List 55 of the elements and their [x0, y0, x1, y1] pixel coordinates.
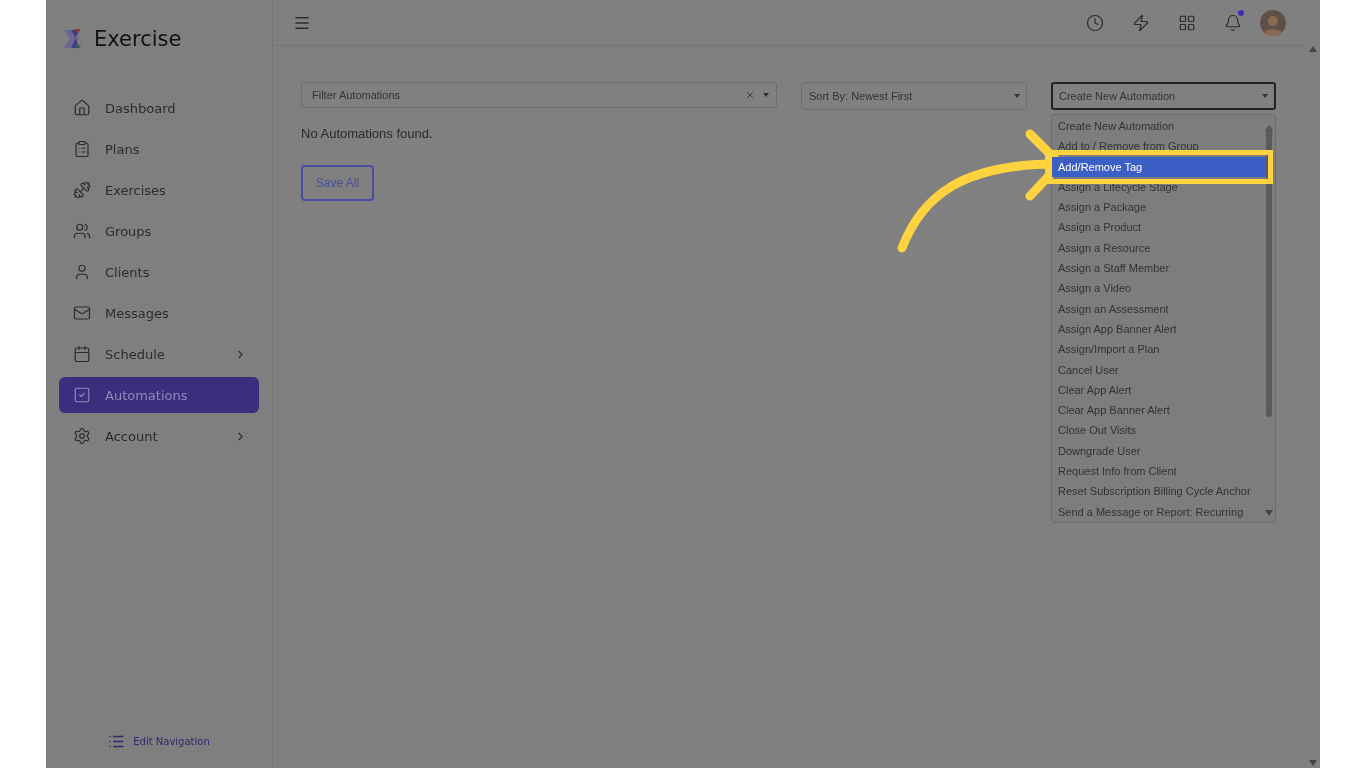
dropdown-option[interactable]: Assign an Assessment — [1052, 298, 1264, 319]
caret-icon — [1262, 94, 1268, 98]
users-icon — [73, 222, 91, 240]
dropdown-option[interactable]: Close Out Visits — [1052, 420, 1264, 441]
dropdown-option[interactable]: Create New Automation — [1052, 116, 1264, 137]
mail-icon — [73, 304, 91, 322]
create-automation-select[interactable]: Create New Automation — [1051, 82, 1276, 110]
nav-item[interactable]: Plans — [59, 131, 259, 167]
dropdown-option[interactable]: Clear App Alert — [1052, 379, 1264, 401]
clear-icon[interactable] — [745, 90, 755, 100]
clipboard-icon — [73, 140, 91, 158]
dropdown-option[interactable]: Reset Subscription Billing Cycle Anchor — [1052, 481, 1264, 502]
lightning-icon[interactable] — [1132, 13, 1150, 32]
dropdown-option[interactable]: Assign a Resource — [1052, 237, 1264, 259]
filter-field[interactable]: Filter Automations — [301, 82, 777, 108]
dropdown-option[interactable]: Cancel User — [1052, 359, 1264, 380]
grid-icon[interactable] — [1178, 13, 1196, 32]
dropdown-option[interactable]: Assign a Product — [1052, 217, 1264, 238]
avatar[interactable] — [1260, 9, 1286, 36]
dropdown-option[interactable]: Assign a Staff Member — [1052, 258, 1264, 279]
user-icon — [73, 263, 91, 281]
edit-navigation-link[interactable]: Edit Navigation — [133, 736, 210, 747]
nav-item[interactable]: Schedule — [59, 336, 259, 372]
nav-item[interactable]: Exercises — [59, 172, 259, 208]
caret-icon — [763, 93, 769, 97]
dropdown-option[interactable]: Request Info from Client — [1052, 461, 1264, 482]
clock-icon[interactable] — [1086, 13, 1104, 32]
checkbox-icon — [73, 386, 91, 404]
dropdown-option[interactable]: Add to / Remove from Group — [1052, 136, 1264, 157]
dumbbell-icon — [73, 181, 91, 199]
list-icon — [108, 733, 126, 750]
page-scroll-up-icon[interactable] — [1309, 46, 1317, 52]
nav-item[interactable]: Clients — [59, 254, 259, 290]
scroll-down-icon[interactable] — [1265, 509, 1273, 516]
notifications-icon[interactable] — [1224, 13, 1242, 32]
nav-item[interactable]: Dashboard — [59, 90, 259, 126]
dropdown-option[interactable]: Clear App Banner Alert — [1052, 400, 1264, 421]
caret-icon — [1014, 94, 1020, 98]
dropdown-option[interactable]: Downgrade User — [1052, 440, 1264, 462]
sort-select[interactable]: Sort By: Newest First — [801, 82, 1027, 110]
nav-item[interactable]: Groups — [59, 213, 259, 249]
empty-message: No Automations found. — [301, 126, 434, 141]
nav-item[interactable]: Messages — [59, 295, 259, 331]
nav-item[interactable]: Account — [59, 418, 259, 454]
calendar-icon — [73, 345, 91, 363]
settings-icon — [73, 427, 91, 445]
dropdown-option[interactable]: Assign a Video — [1052, 278, 1264, 299]
home-icon — [73, 99, 91, 117]
page-scroll-down-icon[interactable] — [1309, 760, 1317, 766]
dropdown-option[interactable]: Send a Message or Report: Recurring — [1052, 501, 1264, 522]
nav-item[interactable]: Automations — [59, 377, 259, 413]
dropdown-option[interactable]: Assign a Package — [1052, 197, 1264, 218]
brand-name: Exercise — [94, 27, 182, 51]
dropdown-option[interactable]: Assign App Banner Alert — [1052, 318, 1264, 340]
dropdown-option[interactable]: Assign/Import a Plan — [1052, 339, 1264, 360]
